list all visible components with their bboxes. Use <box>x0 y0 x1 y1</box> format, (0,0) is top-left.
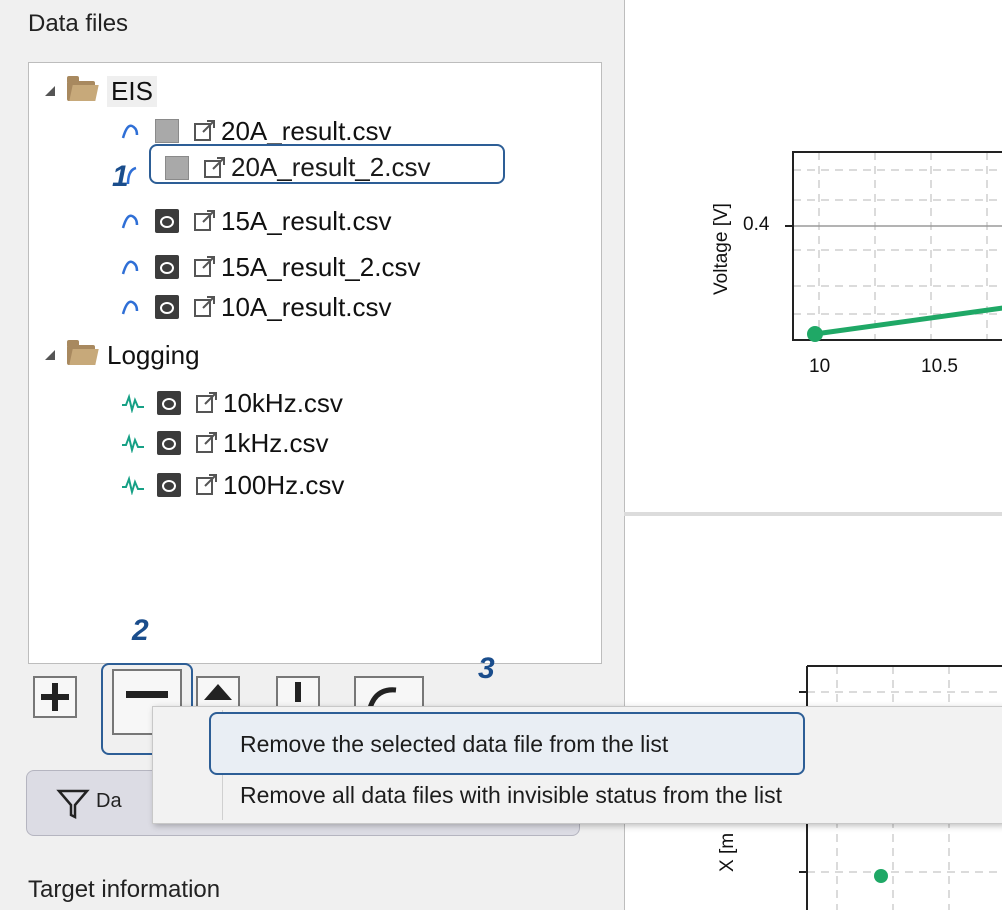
file-name: 10kHz.csv <box>223 387 343 418</box>
logging-data-icon <box>122 433 144 453</box>
tree-item[interactable]: 15A_result.csv <box>121 201 392 241</box>
file-name: 100Hz.csv <box>223 469 345 500</box>
eis-data-icon <box>121 214 139 229</box>
tree-folder-logging[interactable]: Logging <box>45 335 200 375</box>
x-tick-label: 10.5 <box>921 356 958 377</box>
open-external-icon[interactable] <box>195 431 219 455</box>
open-external-icon[interactable] <box>195 391 219 415</box>
data-point <box>807 326 823 342</box>
tree-folder-eis[interactable]: EIS <box>45 71 157 111</box>
folder-label: EIS <box>107 75 157 107</box>
visibility-off-icon[interactable] <box>165 155 189 180</box>
add-button[interactable] <box>33 676 77 718</box>
y-axis-label: Voltage [V] <box>711 203 732 295</box>
add-icon <box>41 683 69 711</box>
open-external-icon[interactable] <box>193 209 217 233</box>
visibility-on-icon[interactable] <box>157 431 181 455</box>
visibility-on-icon[interactable] <box>155 295 179 319</box>
visibility-on-icon[interactable] <box>157 391 181 415</box>
panel-title: Data files <box>28 10 129 37</box>
tree-item[interactable]: 15A_result_2.csv <box>121 247 420 287</box>
logging-data-icon <box>122 393 144 413</box>
tree-item[interactable]: 1kHz.csv <box>121 423 328 463</box>
eis-data-icon <box>121 124 139 139</box>
file-name: 15A_result.csv <box>221 205 392 236</box>
expand-arrow-icon[interactable] <box>45 350 55 360</box>
file-name: 15A_result_2.csv <box>221 251 421 282</box>
tree-item[interactable]: 10A_result.csv <box>121 287 392 327</box>
selected-tree-item[interactable]: 20A_result_2.csv <box>149 144 505 184</box>
voltage-chart <box>785 151 1002 342</box>
folder-icon <box>67 76 95 101</box>
filter-button-label: Da <box>96 790 122 812</box>
open-external-icon[interactable] <box>193 295 217 319</box>
step-marker-2: 2 <box>132 614 149 647</box>
eis-data-icon <box>121 260 139 275</box>
section-title-target-information: Target information <box>28 876 221 903</box>
folder-label: Logging <box>107 339 200 370</box>
open-external-icon[interactable] <box>195 473 219 497</box>
step-marker-3: 3 <box>478 652 495 685</box>
visibility-off-icon[interactable] <box>155 119 179 143</box>
visibility-on-icon[interactable] <box>157 473 181 497</box>
tree-item[interactable]: 10kHz.csv <box>121 383 343 423</box>
data-series-line <box>814 305 1002 337</box>
visibility-on-icon[interactable] <box>155 255 179 279</box>
menu-item-remove-invisible[interactable]: Remove all data files with invisible sta… <box>240 782 782 809</box>
file-name: 20A_result.csv <box>221 115 392 146</box>
eis-data-icon <box>126 166 137 185</box>
open-external-icon[interactable] <box>193 119 217 143</box>
y-tick-label: 0.4 <box>743 214 770 235</box>
logging-data-icon <box>122 475 144 495</box>
open-external-icon[interactable] <box>193 255 217 279</box>
folder-icon <box>67 340 95 365</box>
tree-item[interactable]: 100Hz.csv <box>121 465 344 505</box>
file-name: 20A_result_2.csv <box>231 152 431 182</box>
y-axis-label: X [m <box>717 832 738 872</box>
file-name: 1kHz.csv <box>223 427 329 458</box>
eis-data-icon <box>121 300 139 315</box>
file-name: 10A_result.csv <box>221 291 392 322</box>
data-point <box>874 869 888 883</box>
filter-icon <box>56 789 90 820</box>
menu-item-remove-selected[interactable]: Remove the selected data file from the l… <box>240 731 668 758</box>
graph-divider <box>624 512 1002 516</box>
open-external-icon[interactable] <box>203 156 227 180</box>
expand-arrow-icon[interactable] <box>45 86 55 96</box>
x-tick-label: 10 <box>809 356 831 377</box>
visibility-on-icon[interactable] <box>155 209 179 233</box>
